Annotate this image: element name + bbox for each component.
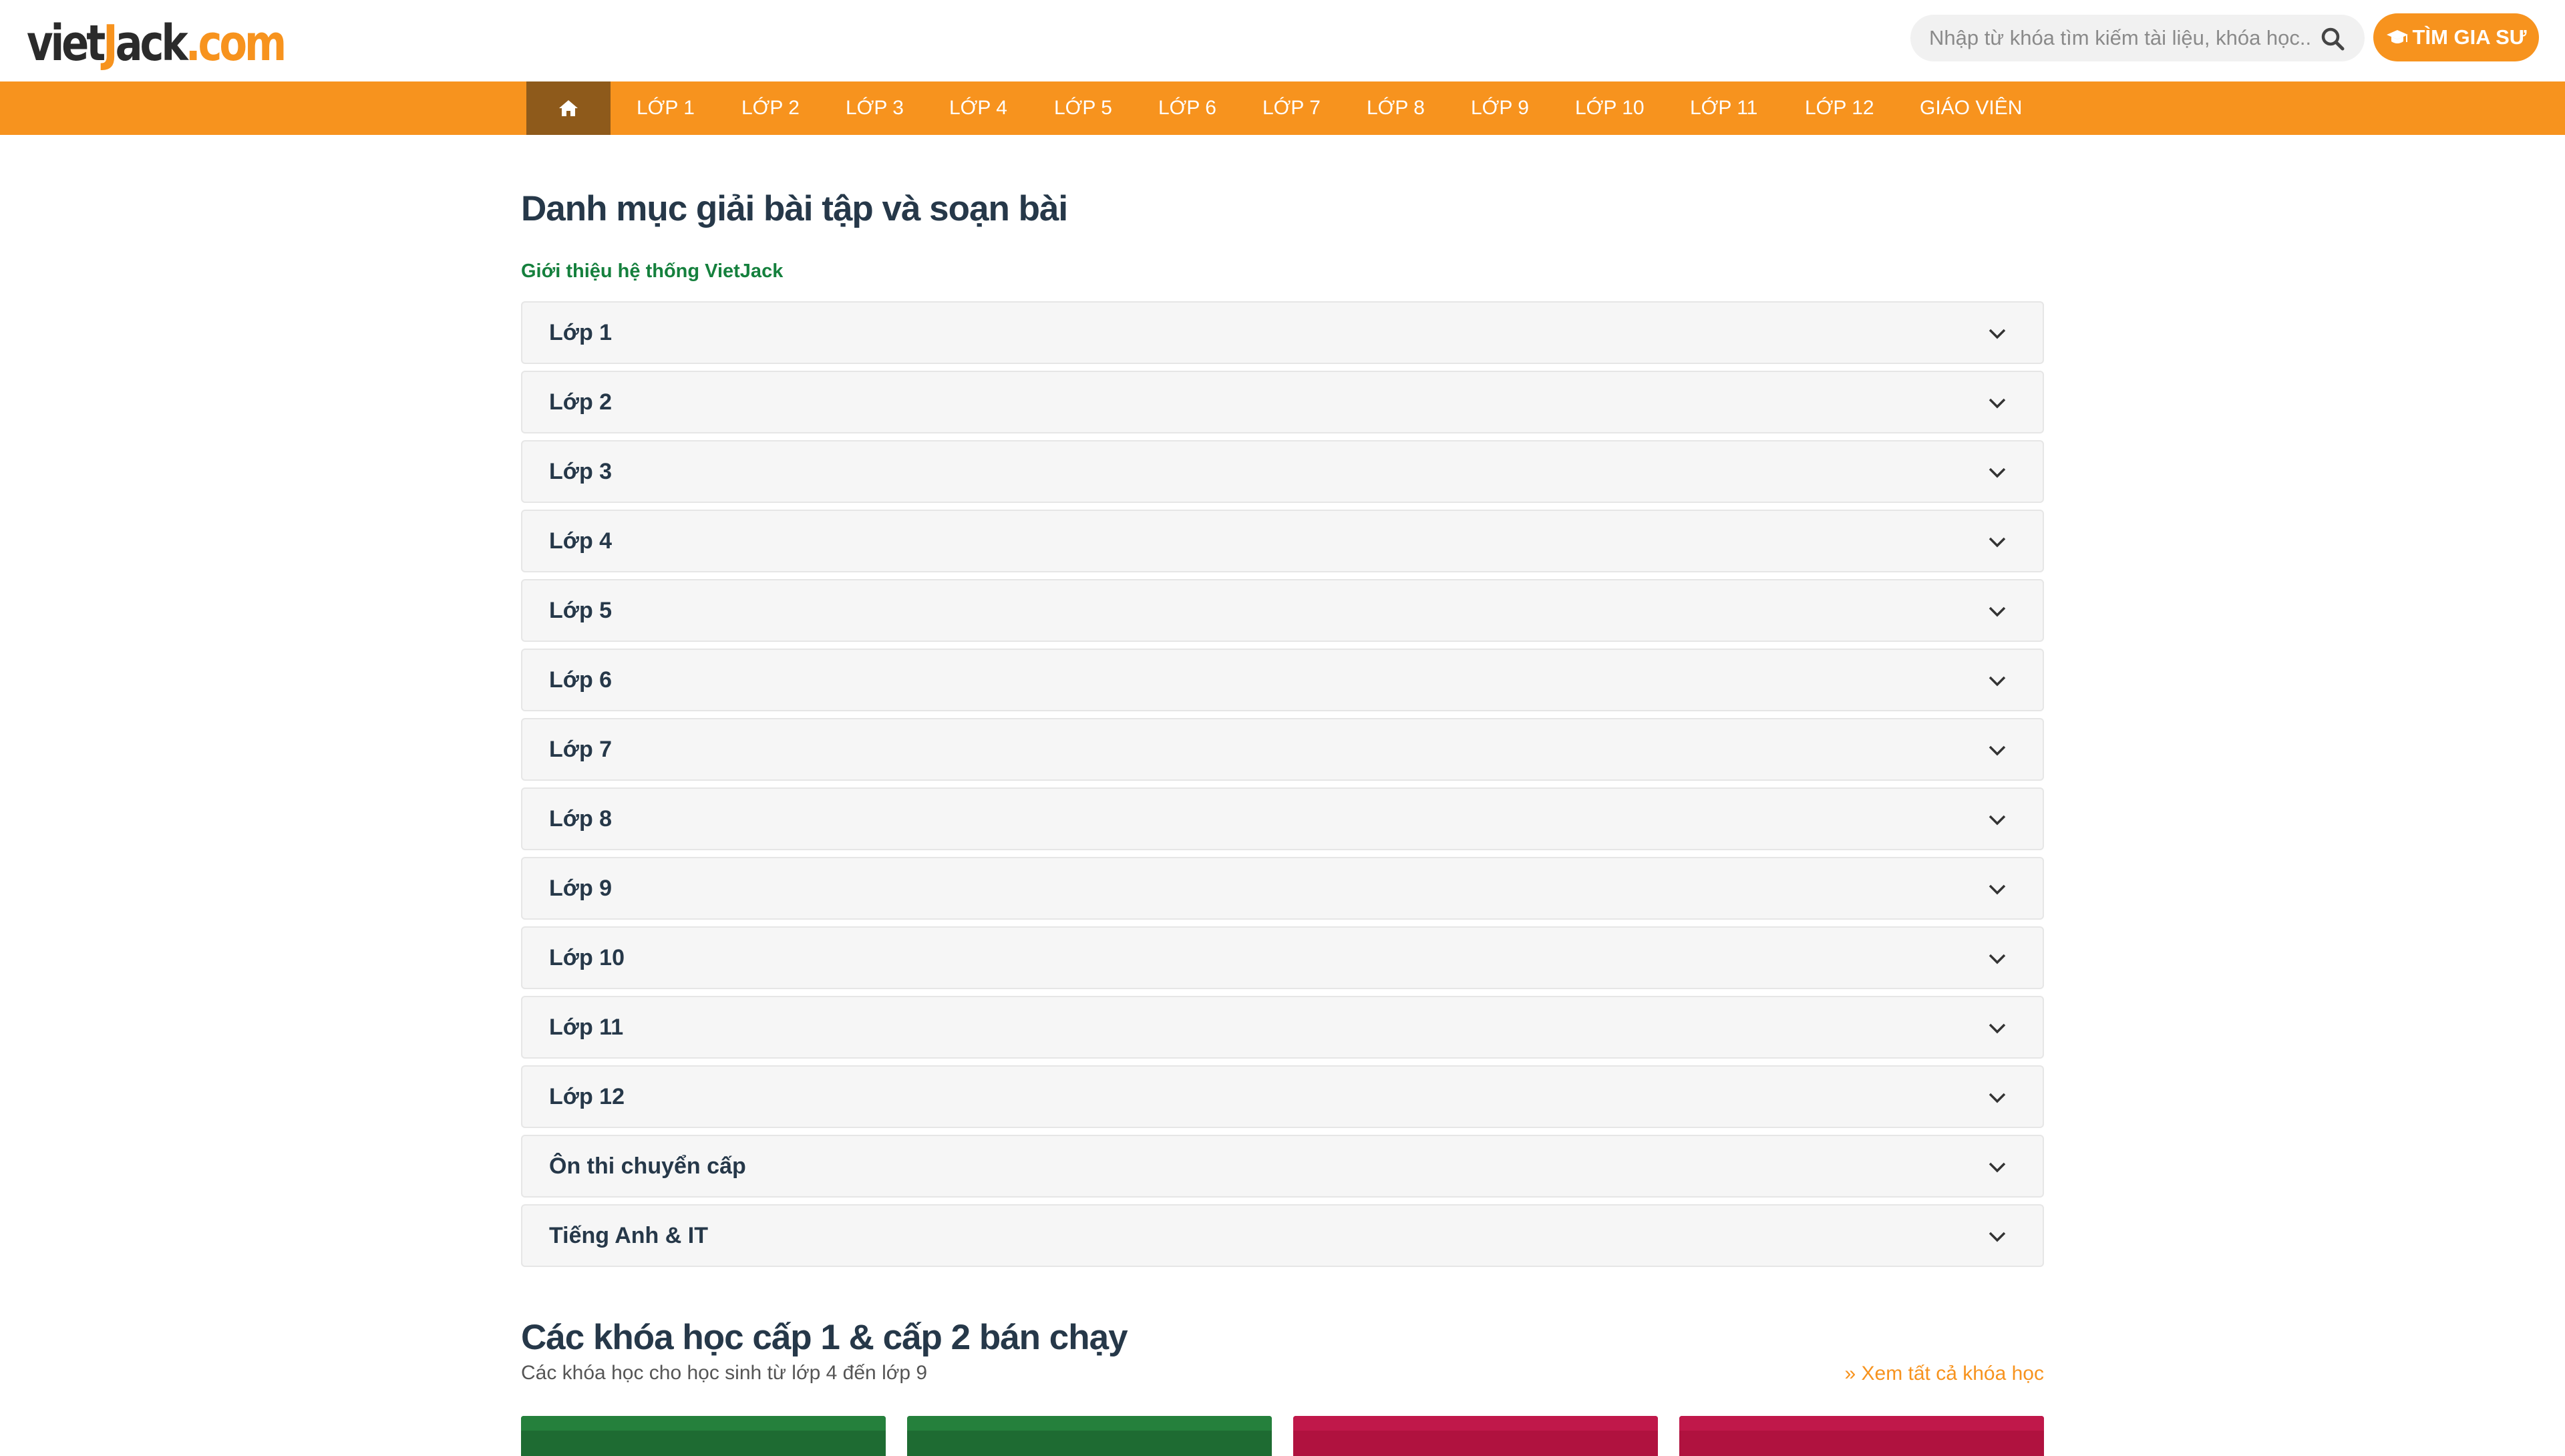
chevron-down-icon <box>1989 1232 2006 1242</box>
accordion-item-lop-9[interactable]: Lớp 9 <box>521 857 2044 920</box>
accordion-item-lop-7[interactable]: Lớp 7 <box>521 718 2044 781</box>
nav-item-lop-11[interactable]: LỚP 11 <box>1690 81 1757 135</box>
nav-item-lop-6[interactable]: LỚP 6 <box>1158 81 1216 135</box>
accordion-item-lop-6[interactable]: Lớp 6 <box>521 649 2044 711</box>
search-input[interactable] <box>1929 15 2310 61</box>
accordion-item-lop-4[interactable]: Lớp 4 <box>521 510 2044 572</box>
chevron-down-icon <box>1989 1162 2006 1173</box>
course-cards <box>521 1416 2044 1456</box>
accordion-item-on-thi-chuyen-cap[interactable]: Ôn thi chuyển cấp <box>521 1135 2044 1198</box>
nav-item-lop-7[interactable]: LỚP 7 <box>1262 81 1321 135</box>
accordion-item-lop-12[interactable]: Lớp 12 <box>521 1065 2044 1128</box>
accordion-item-lop-3[interactable]: Lớp 3 <box>521 440 2044 503</box>
accordion-label: Lớp 1 <box>549 320 613 345</box>
courses-section-subtitle: Các khóa học cho học sinh từ lớp 4 đến l… <box>521 1362 928 1384</box>
nav-item-lop-2[interactable]: LỚP 2 <box>741 81 800 135</box>
chevron-down-icon <box>1989 954 2006 964</box>
course-card[interactable] <box>1293 1416 1658 1456</box>
course-card[interactable] <box>1679 1416 2044 1456</box>
graduation-cap-icon <box>2386 30 2408 43</box>
nav-item-giao-vien[interactable]: GIÁO VIÊN <box>1920 81 2022 135</box>
accordion-label: Lớp 8 <box>549 806 613 832</box>
intro-link[interactable]: Giới thiệu hệ thống VietJack <box>521 260 783 283</box>
find-tutor-label: TÌM GIA SƯ <box>2412 25 2527 49</box>
accordion-label: Lớp 4 <box>549 528 613 554</box>
chevron-down-icon <box>1989 606 2006 617</box>
search-icon[interactable] <box>2319 25 2346 52</box>
card-banner-stripe <box>521 1416 886 1431</box>
accordion-label: Lớp 9 <box>549 876 613 901</box>
nav-item-lop-8[interactable]: LỚP 8 <box>1367 81 1425 135</box>
course-card[interactable] <box>907 1416 1272 1456</box>
accordion-item-lop-8[interactable]: Lớp 8 <box>521 787 2044 850</box>
main-nav: LỚP 1 LỚP 2 LỚP 3 LỚP 4 LỚP 5 LỚP 6 LỚP … <box>0 81 2565 135</box>
accordion-item-lop-1[interactable]: Lớp 1 <box>521 301 2044 364</box>
chevron-down-icon <box>1989 537 2006 548</box>
chevron-down-icon <box>1989 745 2006 756</box>
card-banner-stripe <box>907 1416 1272 1431</box>
nav-item-lop-1[interactable]: LỚP 1 <box>637 81 695 135</box>
search-box <box>1910 15 2365 61</box>
chevron-down-icon <box>1989 676 2006 687</box>
accordion-item-lop-5[interactable]: Lớp 5 <box>521 579 2044 642</box>
nav-item-lop-4[interactable]: LỚP 4 <box>949 81 1007 135</box>
accordion-item-lop-10[interactable]: Lớp 10 <box>521 926 2044 989</box>
chevron-down-icon <box>1989 468 2006 478</box>
accordion-label: Lớp 6 <box>549 667 613 693</box>
nav-item-lop-10[interactable]: LỚP 10 <box>1575 81 1645 135</box>
site-header: vietJack.com TÌM GIA SƯ <box>0 0 2565 81</box>
accordion-label: Tiếng Anh & IT <box>549 1223 708 1248</box>
chevron-down-icon <box>1989 815 2006 826</box>
accordion-label: Lớp 10 <box>549 945 625 970</box>
chevron-down-icon <box>1989 1093 2006 1103</box>
page-title: Danh mục giải bài tập và soạn bài <box>521 189 1068 228</box>
accordion-label: Lớp 7 <box>549 737 613 762</box>
accordion-item-tieng-anh-it[interactable]: Tiếng Anh & IT <box>521 1204 2044 1267</box>
chevron-down-icon <box>1989 884 2006 895</box>
nav-home[interactable] <box>526 81 611 135</box>
nav-item-lop-3[interactable]: LỚP 3 <box>846 81 904 135</box>
accordion-label: Lớp 3 <box>549 459 613 484</box>
nav-item-lop-12[interactable]: LỚP 12 <box>1805 81 1874 135</box>
chevron-down-icon <box>1989 398 2006 409</box>
card-banner-stripe <box>1293 1416 1658 1431</box>
accordion-label: Lớp 5 <box>549 598 613 623</box>
chevron-down-icon <box>1989 329 2006 339</box>
chevron-down-icon <box>1989 1023 2006 1034</box>
see-all-courses-link[interactable]: » Xem tất cả khóa học <box>1844 1362 2044 1385</box>
vietjack-logo[interactable]: vietJack.com <box>27 15 341 68</box>
nav-item-lop-9[interactable]: LỚP 9 <box>1471 81 1529 135</box>
home-icon <box>559 100 578 116</box>
nav-item-lop-5[interactable]: LỚP 5 <box>1054 81 1112 135</box>
category-accordion: Lớp 1 Lớp 2 Lớp 3 Lớp 4 Lớp 5 Lớp 6 Lớp … <box>521 301 2044 1274</box>
accordion-item-lop-11[interactable]: Lớp 11 <box>521 996 2044 1059</box>
logo-text: vietJack.com <box>27 15 287 72</box>
accordion-label: Lớp 12 <box>549 1084 625 1109</box>
accordion-label: Lớp 11 <box>549 1015 624 1040</box>
accordion-label: Ôn thi chuyển cấp <box>549 1153 746 1179</box>
courses-section-title: Các khóa học cấp 1 & cấp 2 bán chạy <box>521 1318 1128 1357</box>
course-card[interactable] <box>521 1416 886 1456</box>
see-all-label: Xem tất cả khóa học <box>1861 1362 2045 1385</box>
find-tutor-button[interactable]: TÌM GIA SƯ <box>2373 13 2539 61</box>
card-banner-stripe <box>1679 1416 2044 1431</box>
accordion-item-lop-2[interactable]: Lớp 2 <box>521 371 2044 433</box>
accordion-label: Lớp 2 <box>549 389 613 415</box>
double-chevron-right-icon: » <box>1844 1362 1856 1385</box>
